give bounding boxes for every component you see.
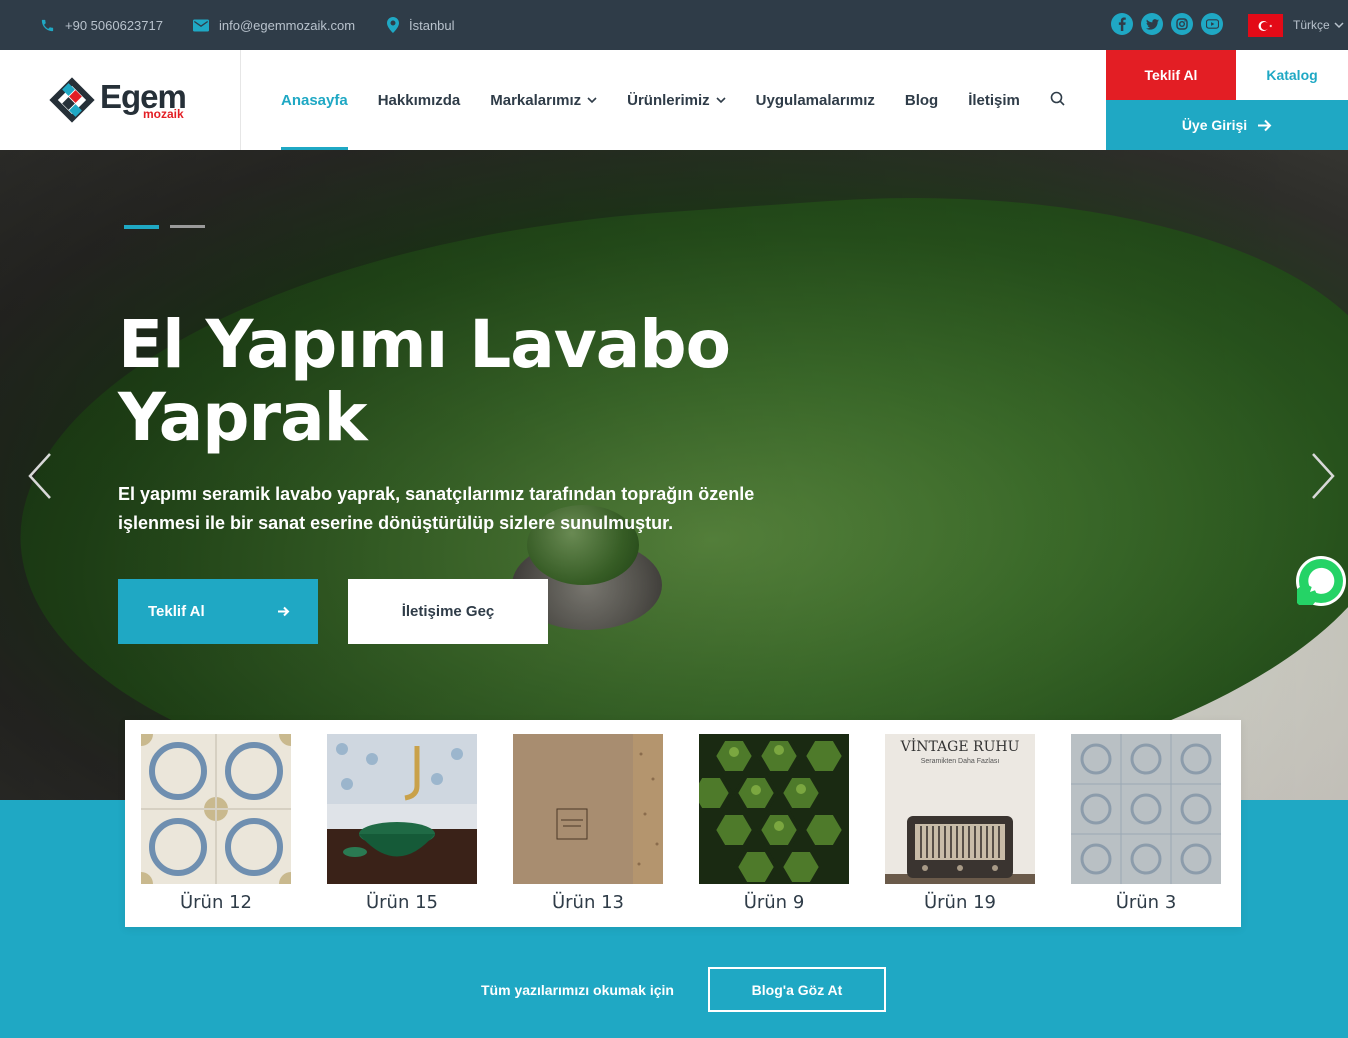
product-name: Ürün 12 <box>179 892 253 913</box>
product-image <box>1071 734 1221 884</box>
instagram-icon[interactable] <box>1171 13 1193 35</box>
product-card[interactable]: Ürün 9 <box>699 734 849 927</box>
phone-icon <box>41 19 54 31</box>
nav-item-contact[interactable]: İletişim <box>968 50 1020 150</box>
language-label: Türkçe <box>1293 18 1330 32</box>
email-info[interactable]: info@egemmozaik.com <box>193 0 355 50</box>
email-text: info@egemmozaik.com <box>219 17 356 33</box>
nav-label: Hakkımızda <box>377 91 461 109</box>
hero-overlay <box>0 150 1348 800</box>
hero-title: El Yapımı Lavabo Yaprak <box>118 308 818 454</box>
product-name: Ürün 9 <box>743 892 805 913</box>
catalog-button[interactable]: Katalog <box>1236 50 1348 100</box>
nav-label: Blog <box>904 91 939 109</box>
product-image <box>699 734 849 884</box>
slider-dot-1[interactable] <box>124 225 159 229</box>
nav-item-brands[interactable]: Markalarımız <box>490 50 597 150</box>
product-name: Ürün 19 <box>923 892 997 913</box>
product-image: VİNTAGE RUHU Seramikten Daha Fazlası <box>885 734 1035 884</box>
main-header: Egem mozaik Anasayfa Hakkımızda Markalar… <box>0 50 1348 150</box>
product-name: Ürün 3 <box>1115 892 1177 913</box>
map-pin-icon <box>387 17 399 33</box>
hero-description: El yapımı seramik lavabo yaprak, sanatçı… <box>118 484 755 533</box>
social-links <box>1111 13 1223 35</box>
language-selector[interactable]: Türkçe <box>1293 0 1344 50</box>
nav-item-applications[interactable]: Uygulamalarımız <box>756 50 875 150</box>
slider-prev-icon[interactable] <box>27 452 53 500</box>
hero-title-line-1: El Yapımı Lavabo <box>118 306 731 383</box>
hero-contact-button[interactable]: İletişime Geç <box>348 579 548 644</box>
blog-button[interactable]: Blog'a Göz At <box>708 967 886 1012</box>
slider-next-icon[interactable] <box>1310 452 1336 500</box>
nav-item-about[interactable]: Hakkımızda <box>378 50 461 150</box>
whatsapp-icon[interactable] <box>1296 556 1346 606</box>
nav-label: İletişim <box>968 91 1020 109</box>
product-card[interactable]: Ürün 3 <box>1071 734 1221 927</box>
member-login-button[interactable]: Üye Girişi <box>1106 100 1348 150</box>
product-name: Ürün 15 <box>365 892 439 913</box>
twitter-icon[interactable] <box>1141 13 1163 35</box>
nav-label: Anasayfa <box>281 91 348 109</box>
blog-cta-text: Tüm yazılarımızı okumak için <box>481 981 674 998</box>
mail-icon <box>193 19 209 31</box>
nav-label: Markalarımız <box>490 91 582 109</box>
nav-item-home[interactable]: Anasayfa <box>281 50 348 150</box>
slider-dots <box>124 225 205 229</box>
product-card[interactable]: Ürün 15 <box>327 734 477 927</box>
product-image <box>513 734 663 884</box>
logo-mark-icon <box>49 77 95 123</box>
nav-label: Ürünlerimiz <box>627 91 710 109</box>
chevron-down-icon <box>587 96 597 103</box>
hero-quote-label: Teklif Al <box>148 603 205 620</box>
turkey-flag-icon[interactable] <box>1248 14 1283 37</box>
product-card[interactable]: Ürün 13 <box>513 734 663 927</box>
product-card[interactable]: VİNTAGE RUHU Seramikten Daha Fazlası Ürü… <box>885 734 1035 927</box>
member-login-label: Üye Girişi <box>1181 117 1248 133</box>
phone-text: +90 5060623717 <box>65 17 163 33</box>
hero-slider: El Yapımı Lavabo Yaprak El yapımı serami… <box>0 150 1348 800</box>
product-card[interactable]: Ürün 12 <box>141 734 291 927</box>
quote-button[interactable]: Teklif Al <box>1106 50 1236 100</box>
logo[interactable]: Egem mozaik <box>0 50 241 150</box>
phone-info[interactable]: +90 5060623717 <box>40 0 163 50</box>
chevron-down-icon <box>1334 21 1344 28</box>
product-carousel: Ürün 12 Ürün 15 Ürün 13 Ürün 9 VİNTAGE R… <box>125 720 1241 927</box>
product-image <box>327 734 477 884</box>
logo-subtitle: mozaik <box>143 107 184 121</box>
arrow-right-icon <box>278 606 290 617</box>
blog-cta-row: Tüm yazılarımızı okumak için Blog'a Göz … <box>0 967 1348 1012</box>
slider-dot-2[interactable] <box>170 225 205 228</box>
hero-quote-button[interactable]: Teklif Al <box>118 579 318 644</box>
facebook-icon[interactable] <box>1111 13 1133 35</box>
product-image <box>141 734 291 884</box>
youtube-icon[interactable] <box>1201 13 1223 35</box>
arrow-right-icon <box>1258 119 1272 131</box>
location-text: İstanbul <box>409 17 455 33</box>
hero-title-line-2: Yaprak <box>118 379 367 456</box>
product-name: Ürün 13 <box>551 892 625 913</box>
location-info: İstanbul <box>387 0 455 50</box>
top-bar: +90 5060623717 info@egemmozaik.com İstan… <box>0 0 1348 50</box>
nav-item-products[interactable]: Ürünlerimiz <box>627 50 726 150</box>
nav-label: Uygulamalarımız <box>755 91 875 109</box>
chevron-down-icon <box>716 96 726 103</box>
search-icon[interactable] <box>1050 91 1066 107</box>
main-nav: Anasayfa Hakkımızda Markalarımız Ürünler… <box>281 50 1020 150</box>
nav-item-blog[interactable]: Blog <box>905 50 938 150</box>
